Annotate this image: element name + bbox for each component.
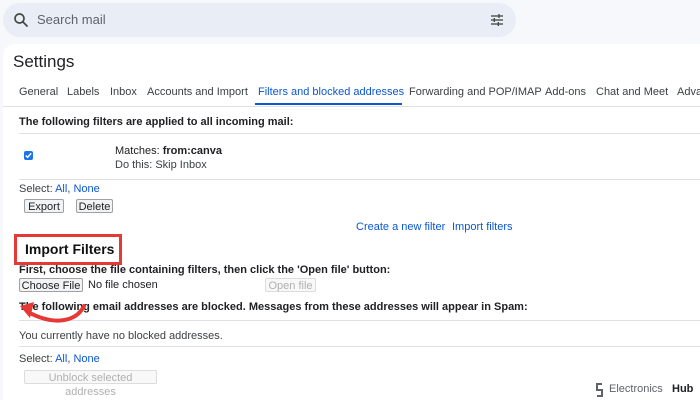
tab-general[interactable]: General [19, 86, 58, 98]
watermark-part1: Electronics [609, 383, 663, 395]
export-button[interactable]: Export [24, 199, 64, 213]
top-bar: Search mail [0, 0, 700, 44]
import-filters-title: Import Filters [25, 241, 115, 257]
filters-heading: The following filters are applied to all… [19, 116, 294, 128]
divider [19, 133, 700, 134]
filter-matches-value: from:canva [162, 145, 222, 157]
tabs-divider [3, 106, 700, 107]
page-title: Settings [13, 52, 75, 71]
search-icon[interactable] [12, 11, 30, 29]
tab-labels[interactable]: Labels [67, 86, 99, 98]
import-instruction: First, choose the file containing filter… [19, 264, 391, 276]
open-file-button[interactable]: Open file [265, 278, 316, 292]
divider [19, 320, 700, 321]
tab-add-ons[interactable]: Add-ons [545, 86, 586, 98]
annotation-arrow-icon [20, 302, 86, 323]
choose-file-button[interactable]: Choose File [19, 278, 83, 292]
watermark-part2: Hub [672, 383, 694, 395]
select-all-link[interactable]: All [55, 183, 67, 195]
tab-inbox[interactable]: Inbox [110, 86, 137, 98]
import-filters-link[interactable]: Import filters [452, 221, 513, 233]
tune-icon[interactable] [489, 12, 505, 28]
filters-select: Select: All, None [19, 183, 100, 195]
filter-matches: Matches: from:canva [115, 145, 222, 157]
delete-button[interactable]: Delete [76, 199, 113, 213]
select-label: Select: [19, 183, 56, 195]
filter-checkbox[interactable] [24, 151, 33, 160]
filter-action: Do this: Skip Inbox [115, 159, 207, 171]
electronics-hub-logo-icon [596, 383, 603, 397]
select-all-link[interactable]: All [55, 353, 67, 365]
divider [19, 346, 700, 347]
search-input[interactable]: Search mail [37, 12, 106, 27]
active-tab-indicator [255, 103, 402, 105]
select-label: Select: [19, 353, 56, 365]
tab-accounts-and-import[interactable]: Accounts and Import [147, 86, 248, 98]
tab-chat-and-meet[interactable]: Chat and Meet [596, 86, 668, 98]
filter-matches-label: Matches: [115, 145, 163, 157]
create-filter-link[interactable]: Create a new filter [356, 221, 445, 233]
unblock-selected-button[interactable]: Unblock selected addresses [24, 370, 157, 398]
tab-forwarding-and-pop-imap[interactable]: Forwarding and POP/IMAP [409, 86, 542, 98]
settings-tabs: General Labels Inbox Accounts and Import… [0, 83, 700, 105]
select-none-link[interactable]: None [73, 183, 99, 195]
tab-advanced[interactable]: Adva [677, 86, 700, 98]
tab-filters-and-blocked-addresses[interactable]: Filters and blocked addresses [258, 86, 404, 98]
search-bar[interactable]: Search mail [3, 3, 516, 37]
divider [19, 179, 700, 180]
blocked-heading: The following email addresses are blocke… [19, 301, 528, 313]
select-none-link[interactable]: None [73, 353, 99, 365]
blocked-select: Select: All, None [19, 353, 100, 365]
checkbox-checked-icon [25, 152, 32, 159]
no-file-chosen-text: No file chosen [88, 279, 158, 291]
